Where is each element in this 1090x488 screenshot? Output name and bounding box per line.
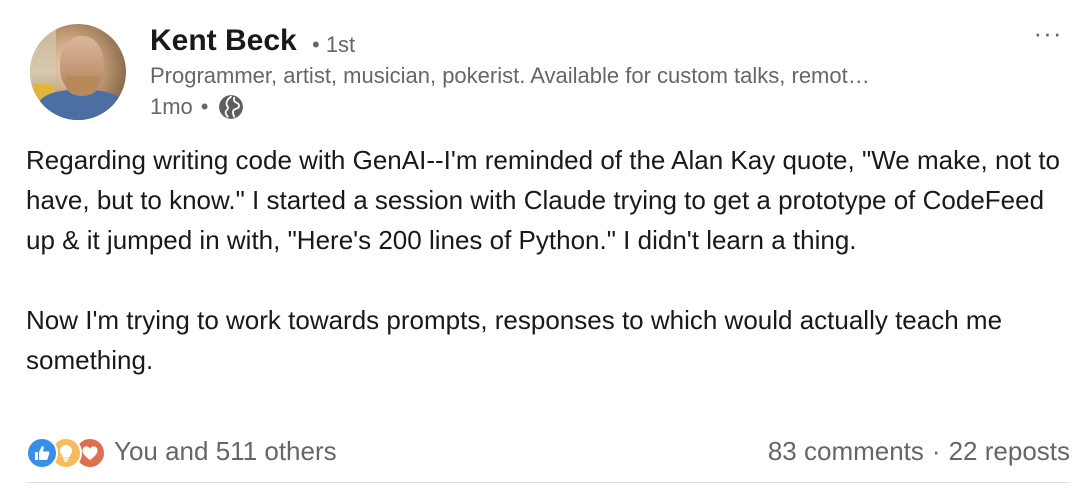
author-headline[interactable]: Programmer, artist, musician, pokerist. … bbox=[150, 63, 1000, 89]
post-time: 1mo bbox=[150, 94, 193, 119]
author-name[interactable]: Kent Beck bbox=[150, 24, 297, 58]
post-body: Regarding writing code with GenAI--I'm r… bbox=[26, 140, 1066, 380]
reposts-count[interactable]: 22 reposts bbox=[949, 436, 1070, 466]
post-paragraph: Regarding writing code with GenAI--I'm r… bbox=[26, 145, 1061, 255]
reaction-icons[interactable] bbox=[26, 434, 106, 469]
connection-degree: • 1st bbox=[312, 32, 356, 57]
stats-separator: · bbox=[931, 436, 941, 466]
reaction-count[interactable]: You and 511 others bbox=[114, 436, 337, 467]
feed-post: Kent Beck • 1st Programmer, artist, musi… bbox=[0, 0, 1090, 488]
engagement-stats: 83 comments · 22 reposts bbox=[768, 436, 1070, 467]
meta-separator: • bbox=[200, 94, 209, 119]
more-options-button[interactable]: ··· bbox=[1030, 18, 1066, 48]
comments-count[interactable]: 83 comments bbox=[768, 436, 924, 466]
like-icon bbox=[26, 437, 58, 469]
globe-icon bbox=[218, 94, 244, 120]
post-paragraph: Now I'm trying to work towards prompts, … bbox=[26, 305, 1003, 375]
reactions-summary[interactable]: You and 511 others bbox=[26, 434, 337, 469]
author-avatar[interactable] bbox=[30, 24, 126, 120]
post-meta: 1mo • bbox=[150, 94, 244, 120]
divider bbox=[26, 482, 1070, 483]
